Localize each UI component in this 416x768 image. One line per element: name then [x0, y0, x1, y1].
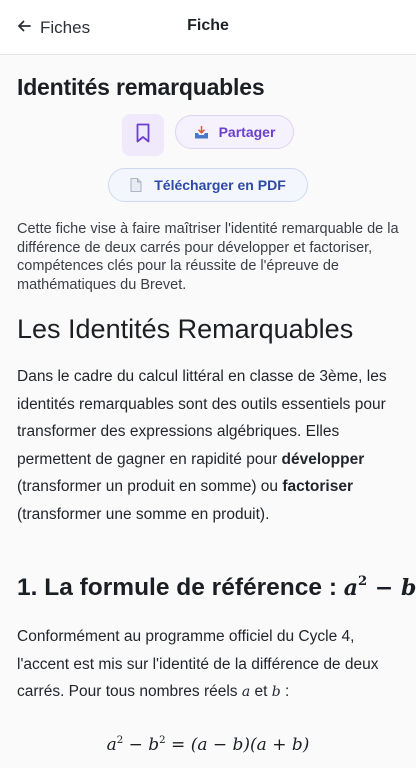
text-run: : — [280, 683, 290, 701]
text-run: Conformément au programme officiel du Cy… — [17, 628, 379, 701]
subsection-heading-text: 1. La formule de référence : — [17, 574, 344, 601]
section-heading: Les Identités Remarquables — [17, 314, 354, 344]
bookmark-icon — [135, 123, 151, 148]
variable-a: a — [241, 684, 251, 701]
back-button[interactable]: Fiches — [16, 14, 90, 42]
identity-formula: a2 − b2 = (a − b)(a + b) — [106, 735, 310, 755]
bold-term-developper: développer — [281, 450, 365, 468]
share-tray-icon — [194, 125, 209, 139]
text-run: (transformer un produit en somme) ou — [17, 478, 283, 496]
document-icon — [130, 178, 142, 192]
top-bar: Fiches Fiche — [0, 0, 416, 55]
subsection-heading: 1. La formule de référence : a2 − b2 — [17, 574, 416, 602]
bold-term-factoriser: factoriser — [282, 478, 353, 496]
share-label: Partager — [218, 124, 276, 140]
download-pdf-label: Télécharger en PDF — [154, 177, 286, 193]
arrow-left-icon — [16, 18, 32, 39]
fiche-intro: Cette fiche vise à faire maîtriser l'ide… — [17, 221, 399, 293]
cycle4-paragraph: Conformément au programme officiel du Cy… — [17, 623, 403, 707]
heading-formula: a2 − b2 — [343, 574, 416, 601]
bookmark-button[interactable] — [122, 114, 164, 156]
fiche-title: Identités remarquables — [17, 74, 265, 100]
text-run: et — [250, 683, 272, 701]
intro-paragraph: Dans le cadre du calcul littéral en clas… — [17, 363, 403, 529]
text-run: (transformer une somme en produit). — [17, 505, 270, 523]
share-button[interactable]: Partager — [175, 115, 294, 149]
back-label: Fiches — [40, 18, 91, 37]
download-pdf-button[interactable]: Télécharger en PDF — [108, 168, 308, 202]
variable-b: b — [271, 684, 281, 701]
